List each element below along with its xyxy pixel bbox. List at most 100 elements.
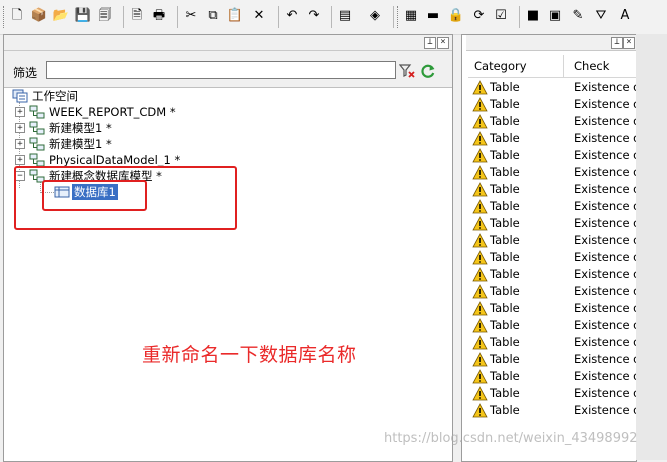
check-result-row[interactable]: Table Existence of — [468, 79, 636, 96]
column-header-check[interactable]: Check — [574, 59, 609, 73]
pin-icon[interactable]: ⊥ — [611, 37, 623, 49]
close-icon[interactable]: × — [623, 37, 635, 49]
model-tree[interactable]: 工作空间 + WEEK_REPORT_CDM * + 新建模型1 * + 新建模型1 * +… — [4, 88, 452, 461]
check-result-row[interactable]: Table Existence of — [468, 334, 636, 351]
lock-icon[interactable]: 🔒 — [447, 7, 465, 25]
column-divider[interactable] — [563, 55, 564, 77]
clear-filter-icon[interactable] — [399, 63, 415, 79]
folder-icon[interactable]: ▬ — [424, 7, 442, 25]
check-result-row[interactable]: Table Existence of — [468, 402, 636, 419]
expand-icon[interactable]: + — [15, 155, 25, 165]
tree-item-label: 新建模型1 * — [49, 137, 112, 151]
expand-icon[interactable]: + — [15, 107, 25, 117]
cut-icon[interactable]: ✂ — [182, 7, 200, 25]
image-icon[interactable]: ▣ — [546, 7, 564, 25]
toolbar-separator — [519, 6, 520, 28]
check-result-row[interactable]: Table Existence of — [468, 249, 636, 266]
print-icon[interactable]: 🖶 — [150, 7, 168, 25]
category-cell: Table — [490, 403, 520, 417]
text-format-icon[interactable]: A — [616, 7, 634, 25]
check-cell: Existence of — [574, 131, 636, 145]
category-cell: Table — [490, 97, 520, 111]
check-result-row[interactable]: Table Existence of — [468, 385, 636, 402]
panel-titlebar: ⊥ × — [4, 35, 452, 51]
warning-icon — [472, 97, 488, 112]
annotation-box-database — [42, 180, 147, 211]
check-cell: Existence of — [574, 182, 636, 196]
expand-icon[interactable]: + — [15, 123, 25, 133]
check-result-row[interactable]: Table Existence of — [468, 283, 636, 300]
redo-icon[interactable]: ↷ — [305, 7, 323, 25]
check-cell: Existence of — [574, 199, 636, 213]
check-result-row[interactable]: Table Existence of — [468, 164, 636, 181]
save-all-icon[interactable]: 🗐 — [96, 7, 114, 25]
check-list-icon[interactable]: ☑ — [492, 7, 510, 25]
expand-icon[interactable]: + — [15, 139, 25, 149]
check-results-panel: ⊥ × Category Check TableExistence ofTabl… — [461, 34, 637, 462]
check-result-row[interactable]: Table Existence of — [468, 266, 636, 283]
model-icon — [29, 121, 45, 135]
check-result-row[interactable]: Table Existence of — [468, 181, 636, 198]
close-icon[interactable]: × — [437, 37, 449, 49]
check-result-row[interactable]: Table Existence of — [468, 317, 636, 334]
model-icon — [29, 137, 45, 151]
check-result-row[interactable]: Table Existence of — [468, 113, 636, 130]
model-icon — [29, 105, 45, 119]
check-cell: Existence of — [574, 386, 636, 400]
warning-icon — [472, 267, 488, 282]
undo-icon[interactable]: ↶ — [283, 7, 301, 25]
category-cell: Table — [490, 284, 520, 298]
toolbar-grip[interactable] — [3, 6, 6, 28]
panel-titlebar: ⊥ × — [466, 35, 636, 51]
annotation-text: 重新命名一下数据库名称 — [142, 344, 357, 366]
copy-icon[interactable]: ⧉ — [204, 7, 222, 25]
toolbar-grip[interactable] — [397, 6, 400, 28]
check-result-row[interactable]: Table Existence of — [468, 300, 636, 317]
refresh-icon[interactable] — [420, 63, 436, 79]
check-result-row[interactable]: Table Existence of — [468, 215, 636, 232]
warning-icon — [472, 284, 488, 299]
category-cell: Table — [490, 80, 520, 94]
refresh-diagram-icon[interactable]: ⟳ — [470, 7, 488, 25]
check-results-list: Table Existence of Table Existence of Table E… — [468, 79, 636, 419]
new-project-icon[interactable]: 📦 — [30, 7, 48, 25]
check-result-row[interactable]: Table Existence of — [468, 147, 636, 164]
pin-icon[interactable]: ⊥ — [424, 37, 436, 49]
save-icon[interactable]: 💾 — [74, 7, 92, 25]
warning-icon — [472, 165, 488, 180]
toolbar-separator — [393, 6, 394, 28]
check-cell: Existence of — [574, 335, 636, 349]
open-icon[interactable]: 📂 — [52, 7, 70, 25]
grid-header: Category Check — [468, 55, 636, 78]
warning-icon — [472, 369, 488, 384]
model-check-icon[interactable]: ◈ — [366, 7, 384, 25]
print-preview-icon[interactable]: 🗎 — [128, 7, 146, 25]
check-result-row[interactable]: Table Existence of — [468, 96, 636, 113]
warning-icon — [472, 216, 488, 231]
tree-item-label: WEEK_REPORT_CDM * — [49, 105, 176, 119]
category-cell: Table — [490, 335, 520, 349]
check-result-row[interactable]: Table Existence of — [468, 351, 636, 368]
pen-icon[interactable]: ✎ — [569, 7, 587, 25]
check-cell: Existence of — [574, 80, 636, 94]
warning-icon — [472, 148, 488, 163]
delete-icon[interactable]: ✕ — [250, 7, 268, 25]
toolbar: 🗋 📦 📂 💾 🗐 🗎 🖶 ✂ ⧉ 📋 ✕ ↶ ↷ ▤ ◈ ▦ ▬ 🔒 ⟳ ☑ ■ ▣ ✎ ⛛ A — [0, 0, 667, 35]
column-header-category[interactable]: Category — [474, 59, 527, 73]
check-result-row[interactable]: Table Existence of — [468, 368, 636, 385]
category-cell: Table — [490, 148, 520, 162]
new-icon[interactable]: 🗋 — [8, 7, 26, 25]
shape-icon[interactable]: ■ — [524, 7, 542, 25]
check-result-row[interactable]: Table Existence of — [468, 232, 636, 249]
check-cell: Existence of — [574, 165, 636, 179]
package-icon[interactable]: ▦ — [402, 7, 420, 25]
properties-icon[interactable]: ▤ — [336, 7, 354, 25]
paste-icon[interactable]: 📋 — [226, 7, 244, 25]
paint-icon[interactable]: ⛛ — [592, 7, 610, 25]
filter-input[interactable] — [46, 61, 396, 79]
category-cell: Table — [490, 182, 520, 196]
warning-icon — [472, 233, 488, 248]
check-result-row[interactable]: Table Existence of — [468, 130, 636, 147]
check-result-row[interactable]: Table Existence of — [468, 198, 636, 215]
category-cell: Table — [490, 199, 520, 213]
